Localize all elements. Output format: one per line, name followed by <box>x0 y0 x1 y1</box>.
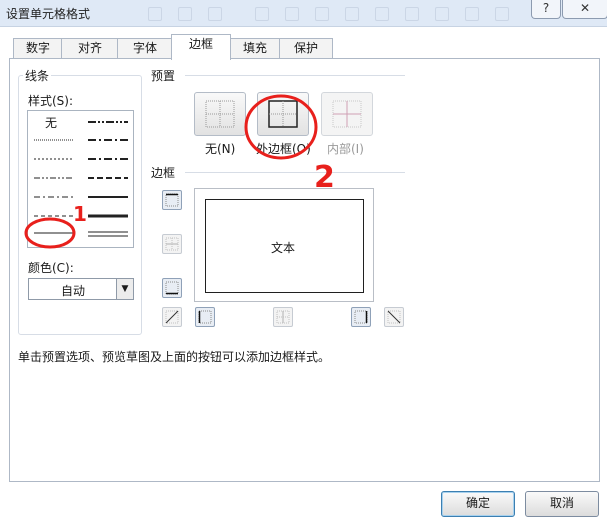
annotation-circle-outline <box>244 94 318 160</box>
red-annotations: 1 2 <box>24 94 335 249</box>
annotation-mark-1: 1 <box>73 202 87 226</box>
tab-border[interactable]: 边框 <box>171 34 231 60</box>
annotation-mark-2: 2 <box>314 160 335 195</box>
annotation-circle-line-style <box>24 217 76 249</box>
